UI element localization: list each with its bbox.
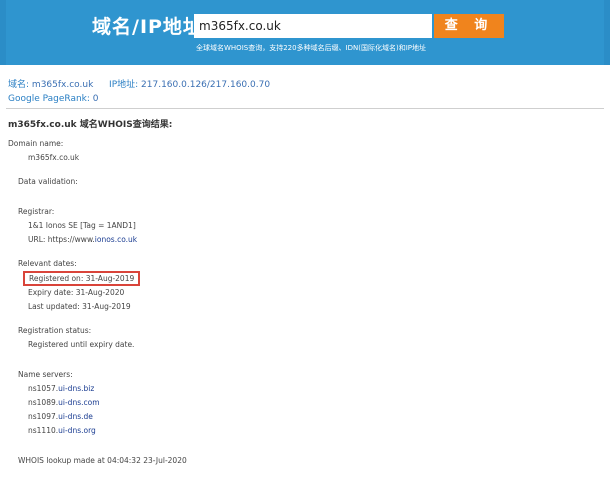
divider [6, 108, 604, 109]
relevant-dates-label: Relevant dates: [18, 259, 77, 268]
name-server-link[interactable]: ui-dns.com [58, 398, 99, 407]
ip-label: IP地址: [109, 80, 139, 90]
pagerank-value: 0 [92, 94, 99, 104]
pagerank-label: Google PageRank: [8, 94, 90, 104]
domain-search-input[interactable]: m365fx.co.uk [194, 14, 432, 38]
name-server-link[interactable]: ui-dns.de [58, 412, 93, 421]
whois-record: Domain name: m365fx.co.uk Data validatio… [8, 137, 187, 468]
registered-on-highlight: Registered on: 31-Aug-2019 [23, 271, 141, 286]
domain-label: 域名: [8, 80, 30, 90]
registrar-url-link[interactable]: ionos.co.uk [95, 235, 137, 244]
registrar-url-prefix: URL: https://www. [28, 235, 95, 244]
name-servers-label: Name servers: [18, 370, 73, 379]
registration-status-label: Registration status: [18, 326, 92, 335]
name-server: ns1097.ui-dns.de [28, 412, 93, 421]
registrar-url: URL: https://www.ionos.co.uk [8, 233, 187, 247]
domain-value[interactable]: m365fx.co.uk [32, 80, 93, 90]
name-server-link[interactable]: ui-dns.biz [58, 384, 94, 393]
name-server: ns1057.ui-dns.biz [28, 384, 95, 393]
registration-status-value: Registered until expiry date. [28, 340, 135, 349]
lookup-timestamp: WHOIS lookup made at 04:04:32 23-Jul-202… [18, 456, 187, 465]
domain-name-value: m365fx.co.uk [28, 153, 80, 162]
search-hint: 全球域名WHOIS查询，支持220多种域名后缀、IDN(国际化域名)和IP地址 [196, 44, 427, 52]
domain-info: 域名: m365fx.co.uk IP地址: 217.160.0.126/217… [8, 78, 270, 106]
name-server-link[interactable]: ui-dns.org [58, 426, 96, 435]
domain-name-label: Domain name: [8, 139, 64, 148]
pagerank-line: Google PageRank: 0 [8, 92, 270, 106]
expiry-date: Expiry date: 31-Aug-2020 [28, 288, 125, 297]
registrar-label: Registrar: [18, 207, 55, 216]
search-header: 域名/IP地址: m365fx.co.uk 查 询 全球域名WHOIS查询，支持… [0, 0, 610, 65]
ip-value[interactable]: 217.160.0.126/217.160.0.70 [141, 80, 270, 90]
domain-ip-line: 域名: m365fx.co.uk IP地址: 217.160.0.126/217… [8, 78, 270, 92]
data-validation-label: Data validation: [18, 177, 78, 186]
last-updated: Last updated: 31-Aug-2019 [28, 302, 131, 311]
registrar-name: 1&1 Ionos SE [Tag = 1AND1] [28, 221, 136, 230]
name-server: ns1089.ui-dns.com [28, 398, 100, 407]
search-button[interactable]: 查 询 [434, 14, 504, 38]
result-title: m365fx.co.uk 域名WHOIS查询结果: [8, 120, 173, 130]
name-server: ns1110.ui-dns.org [28, 426, 96, 435]
